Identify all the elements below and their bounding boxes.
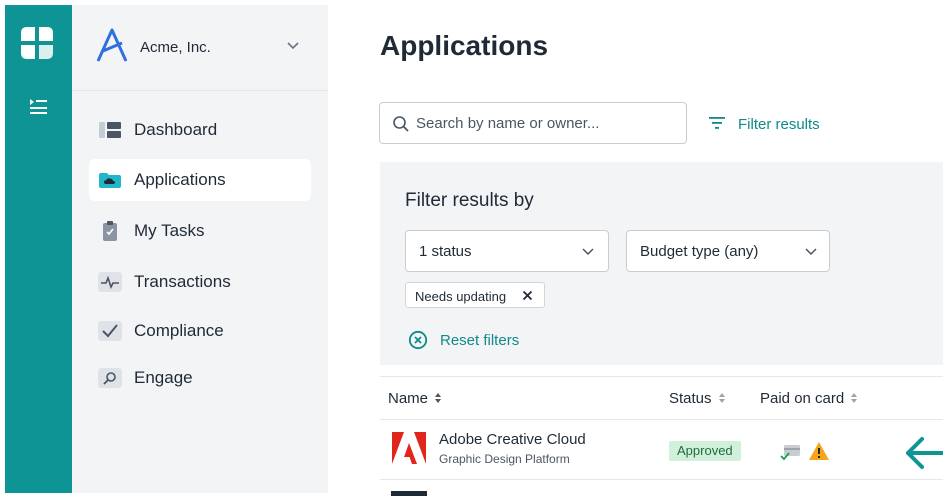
- org-logo-icon: [96, 28, 128, 62]
- sidebar-item-applications[interactable]: Applications: [89, 159, 311, 201]
- magnifier-icon: [98, 368, 122, 388]
- sidebar-item-label: Transactions: [134, 272, 231, 291]
- dashboard-icon: [99, 122, 121, 138]
- main-content: Applications Filter results Filter resul…: [328, 0, 943, 496]
- sort-icon: [435, 393, 442, 403]
- column-header-name[interactable]: Name: [388, 390, 442, 407]
- filter-chip: Needs updating: [405, 282, 545, 308]
- status-badge: Approved: [669, 441, 741, 461]
- column-header-paid-on-card[interactable]: Paid on card: [760, 390, 858, 407]
- warning-icon: [809, 442, 829, 460]
- app-rail: [5, 5, 72, 493]
- pulse-icon: [98, 272, 122, 292]
- checkmark-icon: [98, 321, 122, 341]
- filter-results-label: Filter results: [738, 116, 820, 133]
- sidebar: Acme, Inc. Dashboard Applications My Tas…: [72, 5, 328, 493]
- budget-type-select[interactable]: Budget type (any): [626, 230, 830, 272]
- app-window: Acme, Inc. Dashboard Applications My Tas…: [0, 0, 943, 496]
- filter-heading: Filter results by: [405, 190, 534, 211]
- filter-chip-label: Needs updating: [415, 289, 507, 304]
- reset-filters-label: Reset filters: [440, 332, 520, 349]
- chevron-down-icon: [805, 248, 817, 256]
- card-check-icon: [780, 445, 800, 461]
- sidebar-item-my-tasks[interactable]: My Tasks: [89, 210, 311, 252]
- search-input[interactable]: [416, 103, 680, 143]
- sidebar-item-label: Applications: [134, 170, 226, 189]
- column-header-label: Status: [669, 390, 712, 407]
- org-name: Acme, Inc.: [140, 39, 211, 56]
- column-header-label: Paid on card: [760, 390, 845, 407]
- app-logo: [391, 491, 427, 496]
- collapse-menu-icon[interactable]: [27, 95, 49, 117]
- app-name: Adobe Creative Cloud: [439, 431, 586, 448]
- sidebar-item-label: Dashboard: [134, 120, 218, 139]
- sidebar-item-compliance[interactable]: Compliance: [89, 310, 311, 352]
- table-row[interactable]: [380, 481, 943, 496]
- org-switcher[interactable]: Acme, Inc.: [72, 5, 328, 91]
- cloud-folder-icon: [99, 173, 121, 188]
- circle-x-icon: [408, 330, 428, 350]
- search-icon: [393, 116, 409, 132]
- search-box[interactable]: [379, 102, 687, 144]
- sort-icon: [718, 393, 725, 403]
- filter-panel: Filter results by 1 status Budget type (…: [380, 162, 943, 365]
- app-category: Graphic Design Platform: [439, 452, 570, 466]
- sidebar-item-label: Compliance: [134, 321, 224, 340]
- chevron-down-icon[interactable]: [286, 41, 300, 51]
- column-header-status[interactable]: Status: [669, 390, 726, 407]
- sidebar-item-label: My Tasks: [134, 221, 205, 240]
- chevron-down-icon: [582, 248, 594, 256]
- sidebar-item-transactions[interactable]: Transactions: [89, 261, 311, 303]
- filter-icon: [709, 117, 725, 129]
- budget-type-select-value: Budget type (any): [640, 243, 759, 260]
- status-select-value: 1 status: [419, 243, 472, 260]
- clipboard-icon: [103, 221, 117, 241]
- column-header-label: Name: [388, 390, 429, 407]
- sidebar-item-label: Engage: [134, 368, 193, 387]
- page-title: Applications: [380, 30, 549, 61]
- sort-icon: [851, 393, 858, 403]
- applications-table: Name Status Paid on card Adobe Creative …: [380, 376, 943, 496]
- sidebar-item-engage[interactable]: Engage: [89, 357, 311, 399]
- status-select[interactable]: 1 status: [405, 230, 609, 272]
- sidebar-item-dashboard[interactable]: Dashboard: [89, 109, 311, 151]
- adobe-logo-icon: [392, 432, 426, 464]
- close-icon[interactable]: [522, 290, 533, 301]
- table-row[interactable]: Adobe Creative Cloud Graphic Design Plat…: [380, 420, 943, 480]
- table-header: Name Status Paid on card: [380, 376, 943, 420]
- arrow-left-icon: [906, 437, 943, 469]
- brand-logo-icon[interactable]: [19, 25, 55, 61]
